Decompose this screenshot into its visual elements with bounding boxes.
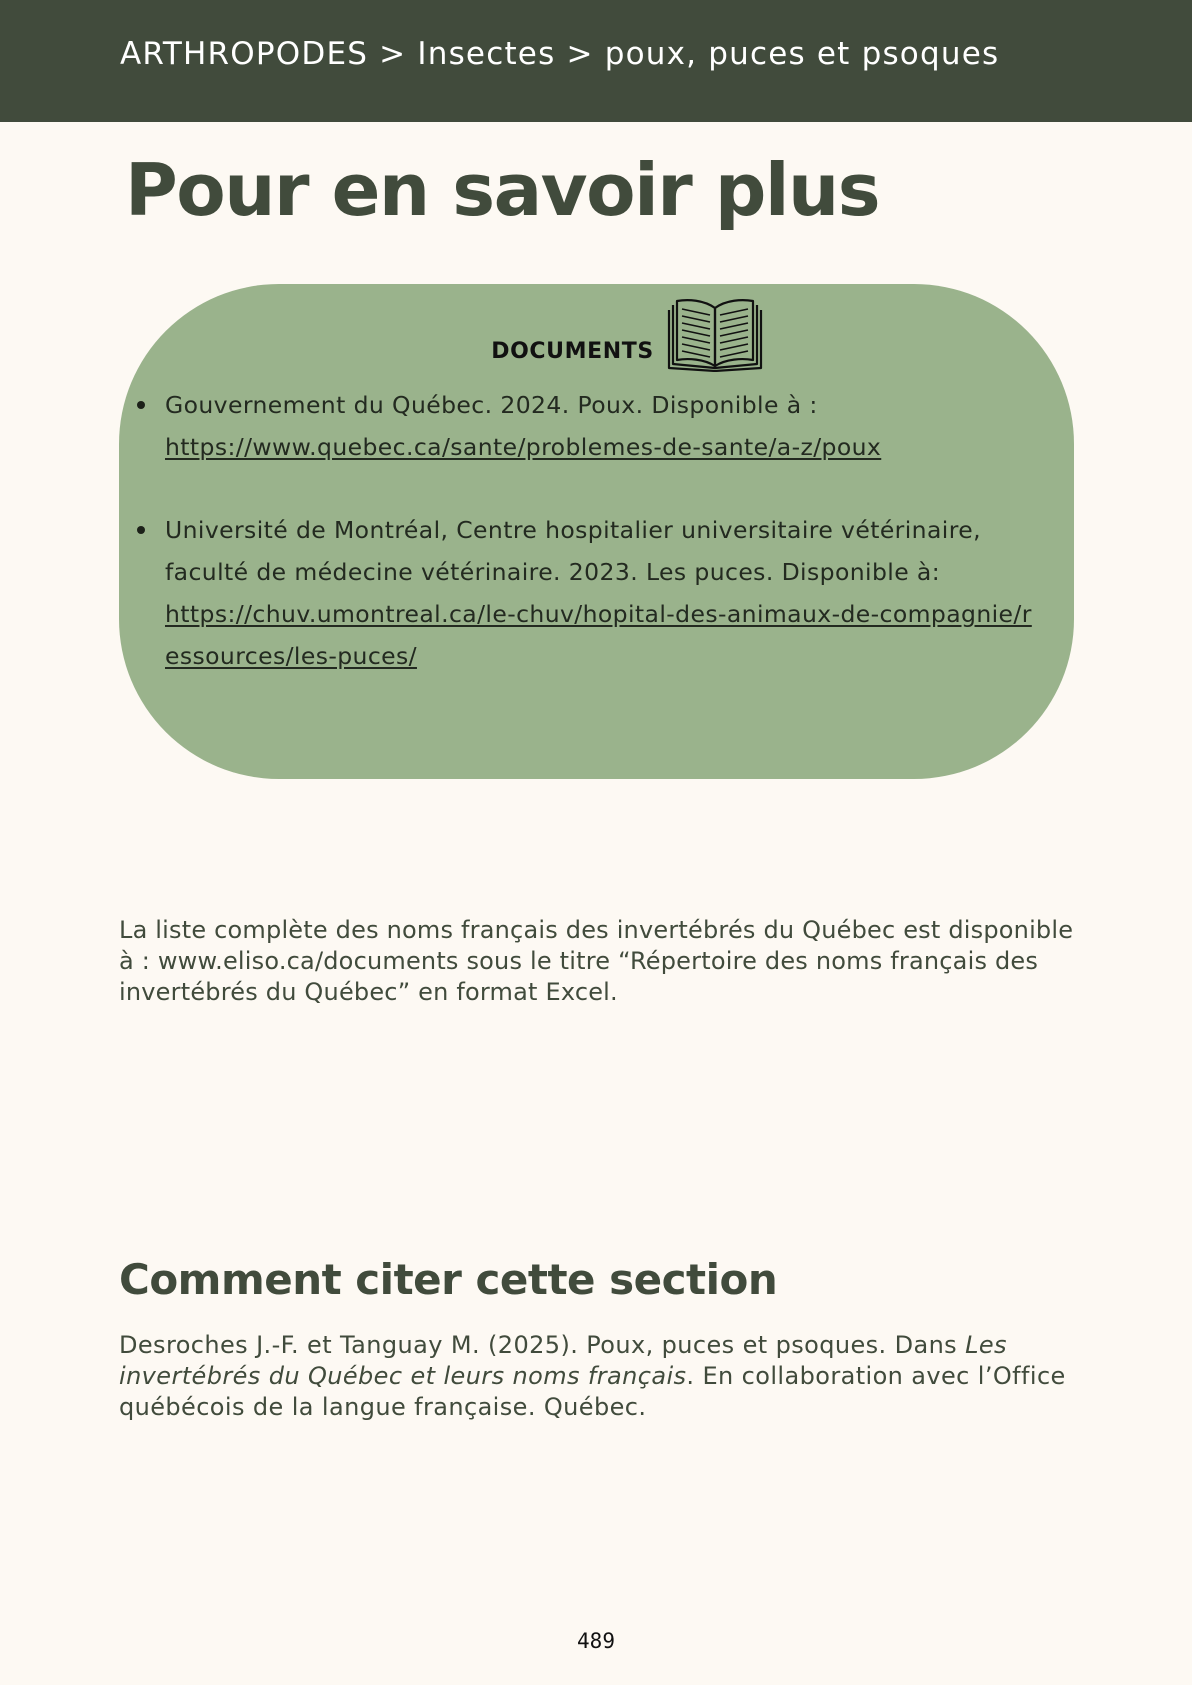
documents-panel: DOCUMENTS Gouvernement du Québec. 2024. …: [119, 284, 1074, 779]
open-book-icon: [667, 299, 762, 372]
document-reference: Université de Montréal, Centre hospitali…: [165, 516, 981, 586]
page-title: Pour en savoir plus: [125, 148, 881, 232]
document-link[interactable]: https://www.quebec.ca/sante/problemes-de…: [165, 433, 881, 461]
citation-text: Desroches J.-F. et Tanguay M. (2025). Po…: [119, 1330, 1089, 1423]
documents-list: Gouvernement du Québec. 2024. Poux. Disp…: [137, 384, 1045, 718]
header-band: ARTHROPODES > Insectes > poux, puces et …: [0, 0, 1192, 122]
citation-heading: Comment citer cette section: [119, 1255, 778, 1304]
breadcrumb: ARTHROPODES > Insectes > poux, puces et …: [120, 36, 1000, 72]
document-link[interactable]: https://chuv.umontreal.ca/le-chuv/hopita…: [165, 600, 1032, 670]
documents-label: DOCUMENTS: [491, 339, 654, 364]
citation-authors: Desroches J.-F. et Tanguay M. (2025). Po…: [119, 1331, 966, 1359]
list-item: Gouvernement du Québec. 2024. Poux. Disp…: [137, 384, 1045, 468]
document-reference: Gouvernement du Québec. 2024. Poux. Disp…: [165, 391, 818, 419]
list-item: Université de Montréal, Centre hospitali…: [137, 509, 1045, 677]
page-number: 489: [577, 1629, 615, 1653]
repertoire-note: La liste complète des noms français des …: [119, 916, 1074, 1006]
documents-heading: DOCUMENTS: [119, 296, 1074, 372]
